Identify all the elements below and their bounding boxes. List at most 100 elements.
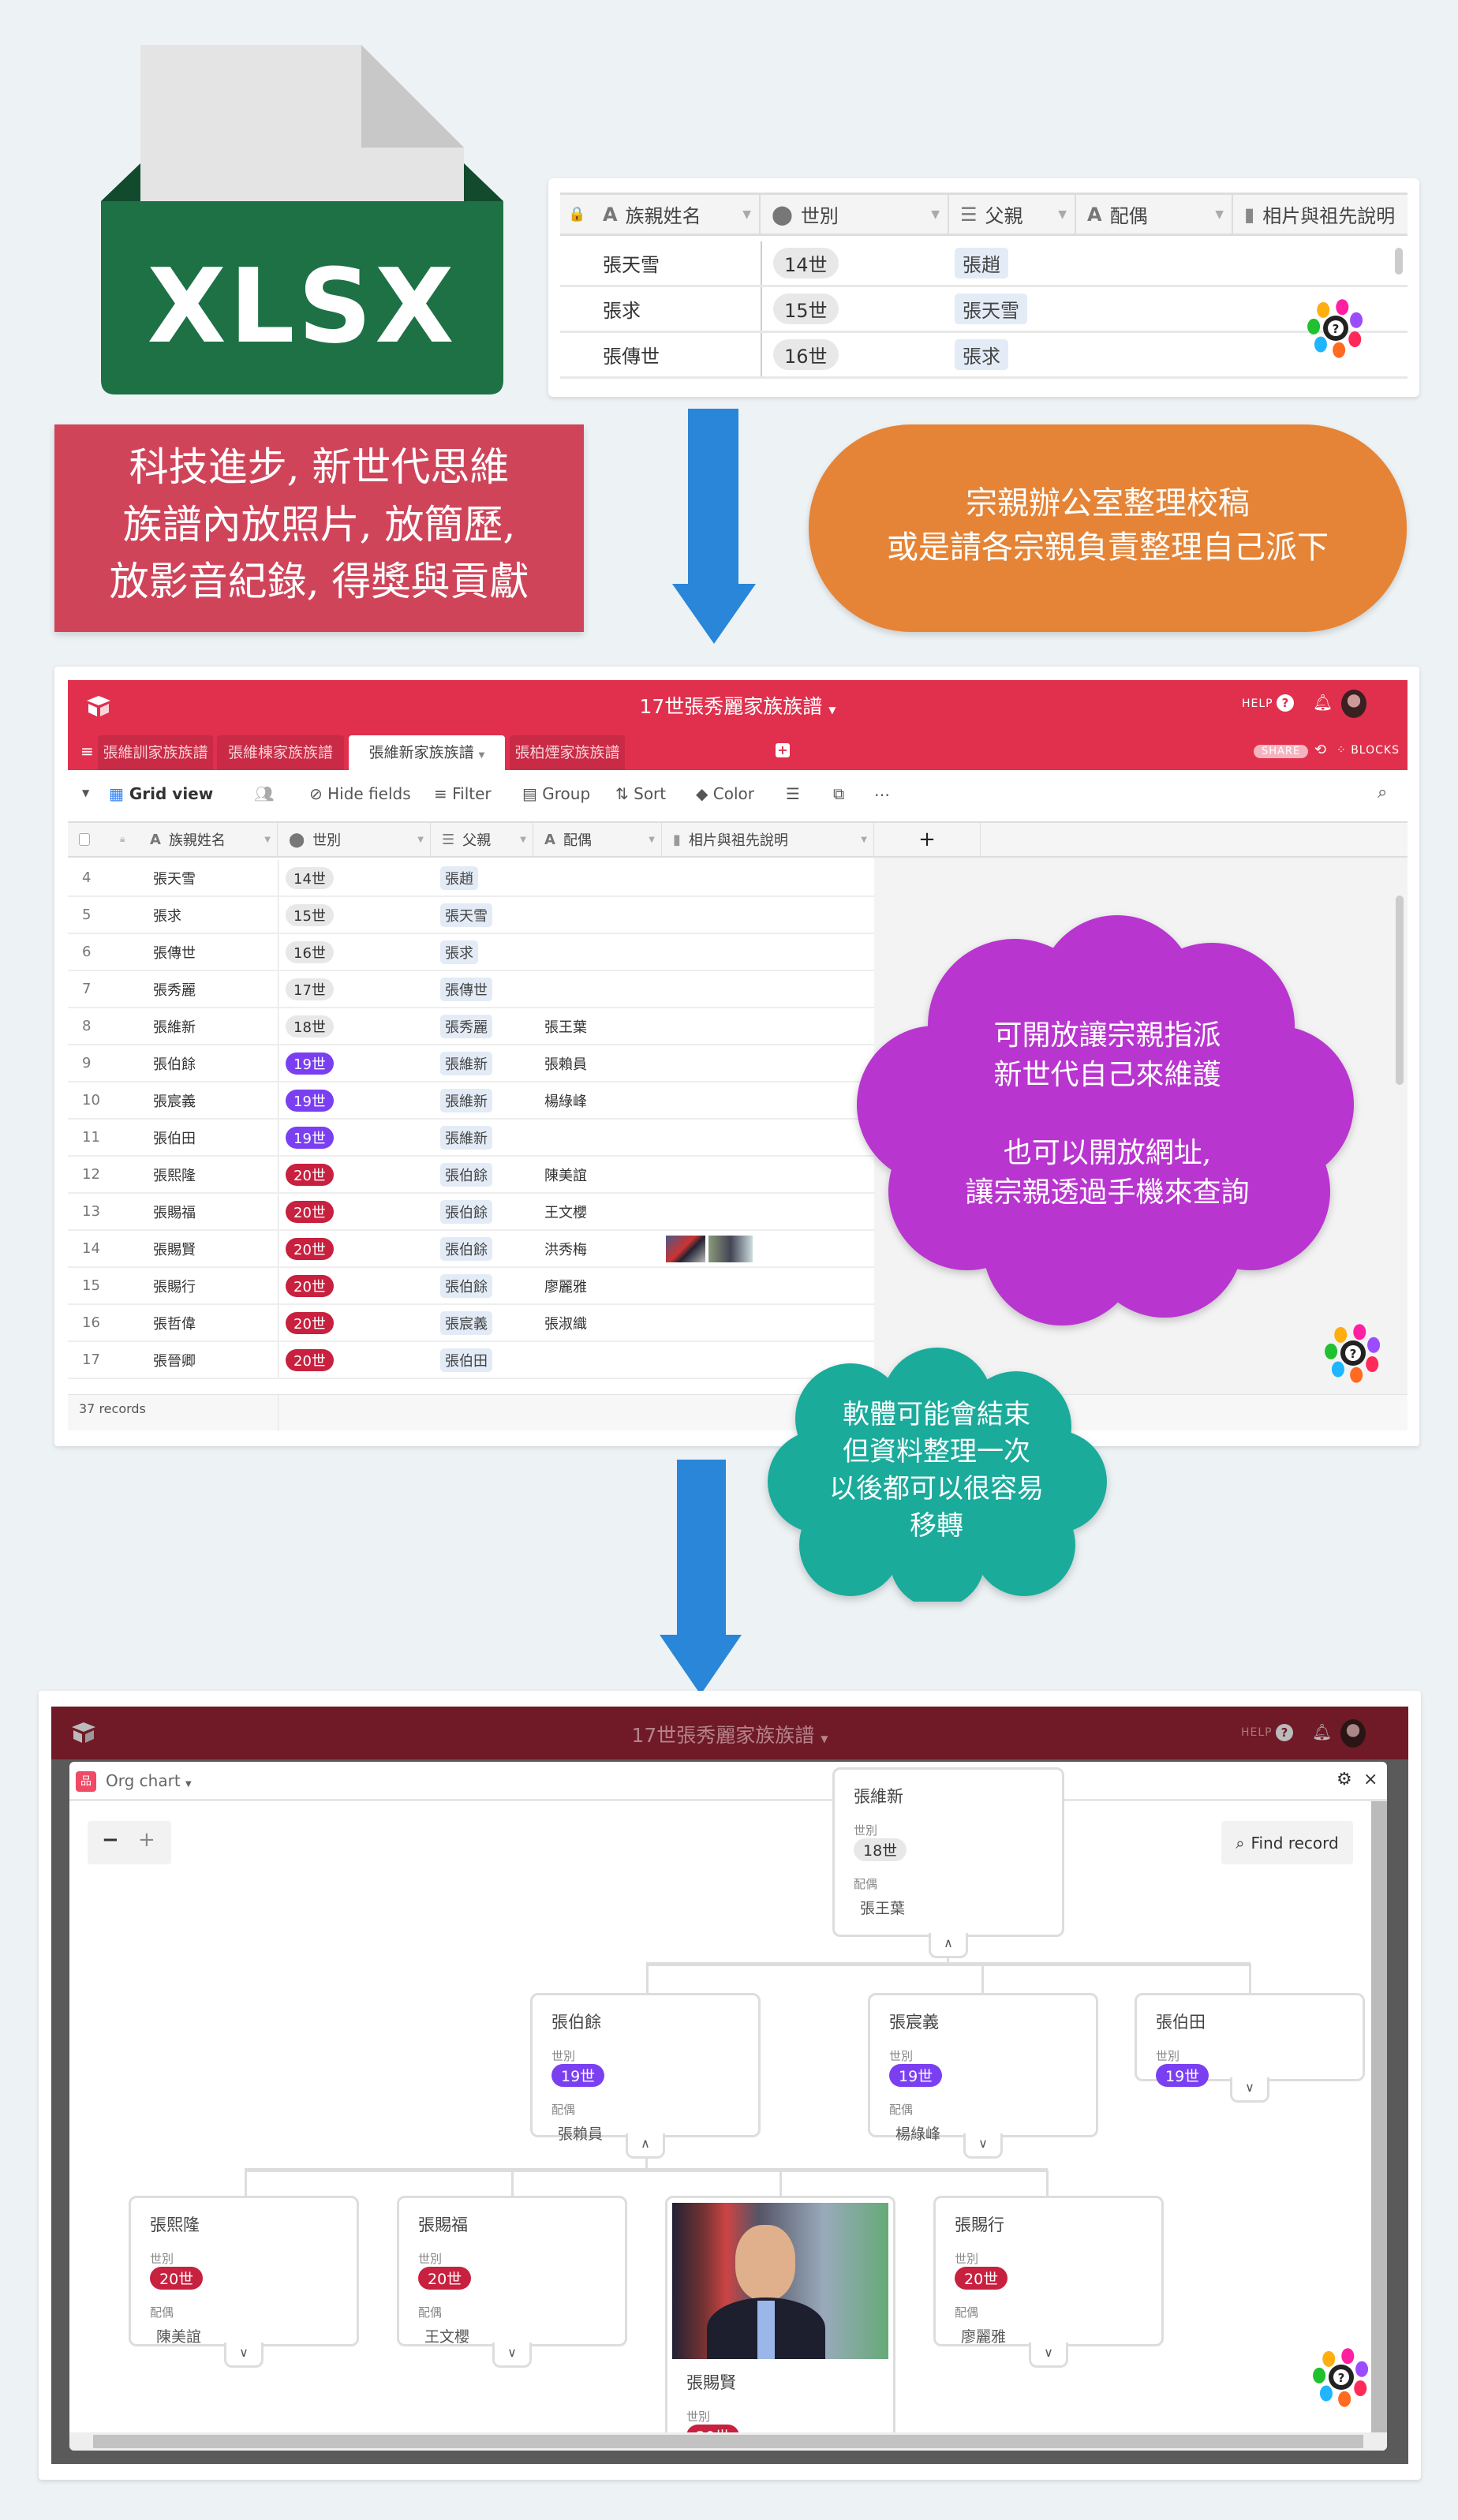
generation-pill[interactable]: 18世 bbox=[286, 1015, 334, 1038]
name-cell[interactable]: 張宸義 bbox=[153, 1082, 196, 1118]
generation-pill[interactable]: 16世 bbox=[286, 940, 334, 963]
father-link-chip[interactable]: 張伯餘 bbox=[440, 1236, 492, 1261]
father-link-chip[interactable]: 張天雪 bbox=[955, 294, 1027, 324]
table-row[interactable]: 16 張哲偉 20世 張宸義 張淑織 bbox=[68, 1305, 874, 1342]
help-icon[interactable]: ? bbox=[1277, 694, 1294, 712]
table-row[interactable]: 11 張伯田 19世 張維新 bbox=[68, 1120, 874, 1157]
table-row[interactable]: 6 張傳世 16世 張求 bbox=[68, 934, 874, 971]
name-cell[interactable]: 張熙隆 bbox=[153, 1157, 196, 1192]
name-cell[interactable]: 張哲偉 bbox=[153, 1305, 196, 1340]
org-chart-node[interactable]: 張賜福 世別 20世 配偶 王文櫻 ∨ bbox=[397, 2196, 627, 2368]
share-button[interactable]: SHARE bbox=[1254, 745, 1309, 758]
name-cell[interactable]: 張伯餘 bbox=[153, 1045, 196, 1081]
spouse-cell[interactable]: 陳美誼 bbox=[544, 1157, 587, 1192]
name-cell[interactable]: 張賜福 bbox=[153, 1194, 196, 1229]
expand-toggle[interactable]: ∨ bbox=[224, 2342, 264, 2368]
sidebar-toggle[interactable]: ▼ bbox=[82, 787, 89, 798]
photo-thumbnail[interactable] bbox=[708, 1235, 753, 1262]
org-chart-node[interactable]: 張伯餘 世別 19世 配偶 張賴員 ∧ bbox=[530, 1993, 761, 2159]
name-cell[interactable]: 張秀麗 bbox=[153, 971, 196, 1007]
history-icon[interactable]: ⟲ bbox=[1314, 742, 1326, 758]
help-flower-icon[interactable]: ? bbox=[1310, 2346, 1373, 2409]
expand-toggle[interactable]: ∨ bbox=[1230, 2077, 1269, 2103]
name-cell[interactable]: 張賜賢 bbox=[153, 1231, 196, 1266]
name-cell[interactable]: 張晉卿 bbox=[153, 1342, 196, 1378]
column-header-father[interactable]: ☰ 父親 ▼ bbox=[949, 195, 1076, 234]
org-chart-node[interactable]: 張宸義 世別 19世 配偶 楊綠峰 ∨ bbox=[868, 1993, 1098, 2159]
spouse-cell[interactable]: 洪秀梅 bbox=[544, 1231, 587, 1266]
table-tab[interactable]: 張維新家族族譜 ▼ bbox=[349, 735, 505, 770]
sort-button[interactable]: ⇅ Sort bbox=[615, 784, 666, 803]
father-link-chip[interactable]: 張趙 bbox=[440, 866, 478, 890]
spouse-cell[interactable]: 楊綠峰 bbox=[544, 1082, 587, 1118]
generation-pill[interactable]: 17世 bbox=[286, 978, 334, 1000]
photo-thumbnail[interactable] bbox=[666, 1235, 705, 1262]
generation-pill[interactable]: 19世 bbox=[286, 1089, 334, 1112]
table-row[interactable]: 8 張維新 18世 張秀麗 張王葉 bbox=[68, 1008, 874, 1045]
org-chart-node[interactable]: 張賜賢世別20世 bbox=[665, 2196, 895, 2451]
generation-pill[interactable]: 15世 bbox=[286, 903, 334, 926]
table-row[interactable]: 張天雪 14世 張趙 bbox=[560, 241, 1408, 287]
column-header-name[interactable]: A 族親姓名 ▼ bbox=[592, 195, 761, 234]
horizontal-scrollbar[interactable] bbox=[69, 2432, 1387, 2451]
collapse-toggle[interactable]: ∧ bbox=[929, 1933, 968, 1958]
base-title[interactable]: 17世張秀麗家族族譜 ▼ bbox=[68, 691, 1408, 720]
table-row[interactable]: 15 張賜行 20世 張伯餘 廖麗雅 bbox=[68, 1268, 874, 1305]
father-link-chip[interactable]: 張宸義 bbox=[440, 1310, 492, 1335]
column-header-father[interactable]: ☰ 父親 ▼ bbox=[431, 823, 533, 856]
generation-pill[interactable]: 20世 bbox=[286, 1274, 334, 1297]
generation-pill[interactable]: 14世 bbox=[286, 866, 334, 889]
father-link-chip[interactable]: 張維新 bbox=[440, 1051, 492, 1075]
father-link-chip[interactable]: 張天雪 bbox=[440, 903, 492, 927]
vertical-scrollbar[interactable] bbox=[1371, 1801, 1387, 2432]
table-row[interactable]: 13 張賜福 20世 張伯餘 王文櫻 bbox=[68, 1194, 874, 1231]
father-link-chip[interactable]: 張秀麗 bbox=[440, 1014, 492, 1038]
generation-pill[interactable]: 20世 bbox=[286, 1163, 334, 1186]
generation-pill[interactable]: 19世 bbox=[286, 1126, 334, 1149]
table-row[interactable]: 17 張晉卿 20世 張伯田 bbox=[68, 1342, 874, 1379]
block-name-dropdown[interactable]: Org chart ▼ bbox=[106, 1771, 192, 1790]
menu-icon[interactable]: ≡ bbox=[80, 742, 94, 761]
help-flower-icon[interactable]: ? bbox=[1304, 297, 1367, 360]
name-cell[interactable]: 張傳世 bbox=[153, 934, 196, 970]
generation-pill[interactable]: 20世 bbox=[286, 1237, 334, 1260]
org-chart-node[interactable]: 張伯田 世別 19世 ∨ bbox=[1135, 1993, 1365, 2103]
expand-toggle[interactable]: ∨ bbox=[963, 2133, 1003, 2159]
name-cell[interactable]: 張天雪 bbox=[153, 860, 196, 895]
table-tab[interactable]: 張柏煙家族族譜 bbox=[510, 735, 625, 770]
expand-toggle[interactable]: ∨ bbox=[492, 2342, 532, 2368]
table-row[interactable]: 7 張秀麗 17世 張傳世 bbox=[68, 971, 874, 1008]
spouse-cell[interactable]: 張淑織 bbox=[544, 1305, 587, 1340]
vertical-scrollbar[interactable] bbox=[1396, 895, 1404, 1085]
table-row[interactable]: 張傳世 16世 張求 bbox=[560, 333, 1408, 379]
table-row[interactable]: 14 張賜賢 20世 張伯餘 洪秀梅 bbox=[68, 1231, 874, 1268]
father-link-chip[interactable]: 張伯田 bbox=[440, 1348, 492, 1372]
column-header-photo[interactable]: ▮ 相片與祖先說明 ▼ bbox=[662, 823, 874, 856]
vertical-scrollbar[interactable] bbox=[1395, 248, 1403, 275]
column-header-spouse[interactable]: A 配偶 ▼ bbox=[1076, 195, 1233, 234]
father-link-chip[interactable]: 張維新 bbox=[440, 1125, 492, 1150]
father-link-chip[interactable]: 張趙 bbox=[955, 248, 1008, 279]
father-link-chip[interactable]: 張伯餘 bbox=[440, 1199, 492, 1224]
user-avatar[interactable] bbox=[1341, 690, 1366, 718]
column-header-photo[interactable]: ▮ 相片與祖先說明 bbox=[1233, 195, 1408, 234]
generation-pill[interactable]: 20世 bbox=[286, 1348, 334, 1371]
name-cell[interactable]: 張伯田 bbox=[153, 1120, 196, 1155]
father-link-chip[interactable]: 張求 bbox=[440, 940, 478, 964]
father-link-chip[interactable]: 張維新 bbox=[440, 1088, 492, 1112]
father-link-chip[interactable]: 張伯餘 bbox=[440, 1162, 492, 1187]
generation-pill[interactable]: 19世 bbox=[286, 1052, 334, 1075]
org-chart-node[interactable]: 張維新 世別 18世 配偶 張王葉 ∧ bbox=[832, 1767, 1064, 1958]
table-tab[interactable]: 張維棟家族族譜 bbox=[217, 735, 344, 770]
name-cell[interactable]: 張求 bbox=[153, 897, 181, 933]
more-icon[interactable]: … bbox=[874, 781, 890, 800]
help-flower-icon[interactable]: ? bbox=[1322, 1322, 1385, 1385]
settings-gear-icon[interactable]: ⚙ bbox=[1336, 1770, 1352, 1789]
collaborators-icon[interactable]: 👥︎ bbox=[254, 784, 274, 803]
hide-fields-button[interactable]: ⊘ Hide fields bbox=[309, 784, 411, 803]
spouse-cell[interactable]: 廖麗雅 bbox=[544, 1268, 587, 1303]
column-header-gen[interactable]: ⬤ 世別 ▼ bbox=[761, 195, 949, 234]
color-button[interactable]: ◆ Color bbox=[696, 784, 754, 803]
org-chart-node[interactable]: 張賜行 世別 20世 配偶 廖麗雅 ∨ bbox=[933, 2196, 1164, 2368]
generation-pill[interactable]: 20世 bbox=[286, 1200, 334, 1223]
